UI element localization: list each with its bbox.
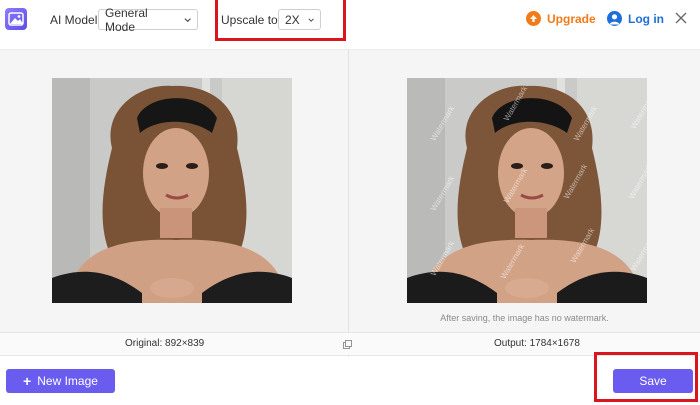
- new-image-button[interactable]: + New Image: [6, 369, 115, 393]
- copy-icon[interactable]: [343, 340, 352, 349]
- upgrade-label: Upgrade: [547, 11, 596, 26]
- watermark-note: After saving, the image has no watermark…: [440, 313, 609, 323]
- ai-model-label: AI Model:: [50, 13, 101, 27]
- user-icon: [607, 11, 622, 26]
- original-image: [52, 78, 292, 303]
- output-size-info: Output: 1784×1678: [494, 338, 580, 349]
- upgrade-button[interactable]: Upgrade: [526, 11, 596, 26]
- new-image-label: New Image: [37, 374, 98, 388]
- login-label: Log in: [628, 11, 664, 26]
- ai-model-value: General Mode: [105, 5, 148, 34]
- save-label: Save: [639, 374, 667, 388]
- upscaler-app: AI Model: General Mode Upscale to: 2X Up…: [0, 0, 700, 405]
- chevron-down-icon: [184, 17, 191, 22]
- preview-divider: [348, 49, 349, 357]
- upgrade-icon: [526, 11, 541, 26]
- close-icon[interactable]: [675, 12, 687, 24]
- top-bar: AI Model: General Mode Upscale to: 2X Up…: [0, 0, 700, 40]
- app-logo-icon[interactable]: [5, 8, 27, 30]
- plus-icon: +: [23, 373, 32, 389]
- login-button[interactable]: Log in: [607, 11, 664, 26]
- ai-model-select[interactable]: General Mode: [98, 6, 198, 34]
- save-button[interactable]: Save: [613, 369, 693, 393]
- upscale-highlight-box: [215, 0, 346, 41]
- output-image: Watermark Watermark Watermark Watermark …: [407, 78, 647, 303]
- original-size-info: Original: 892×839: [125, 338, 205, 349]
